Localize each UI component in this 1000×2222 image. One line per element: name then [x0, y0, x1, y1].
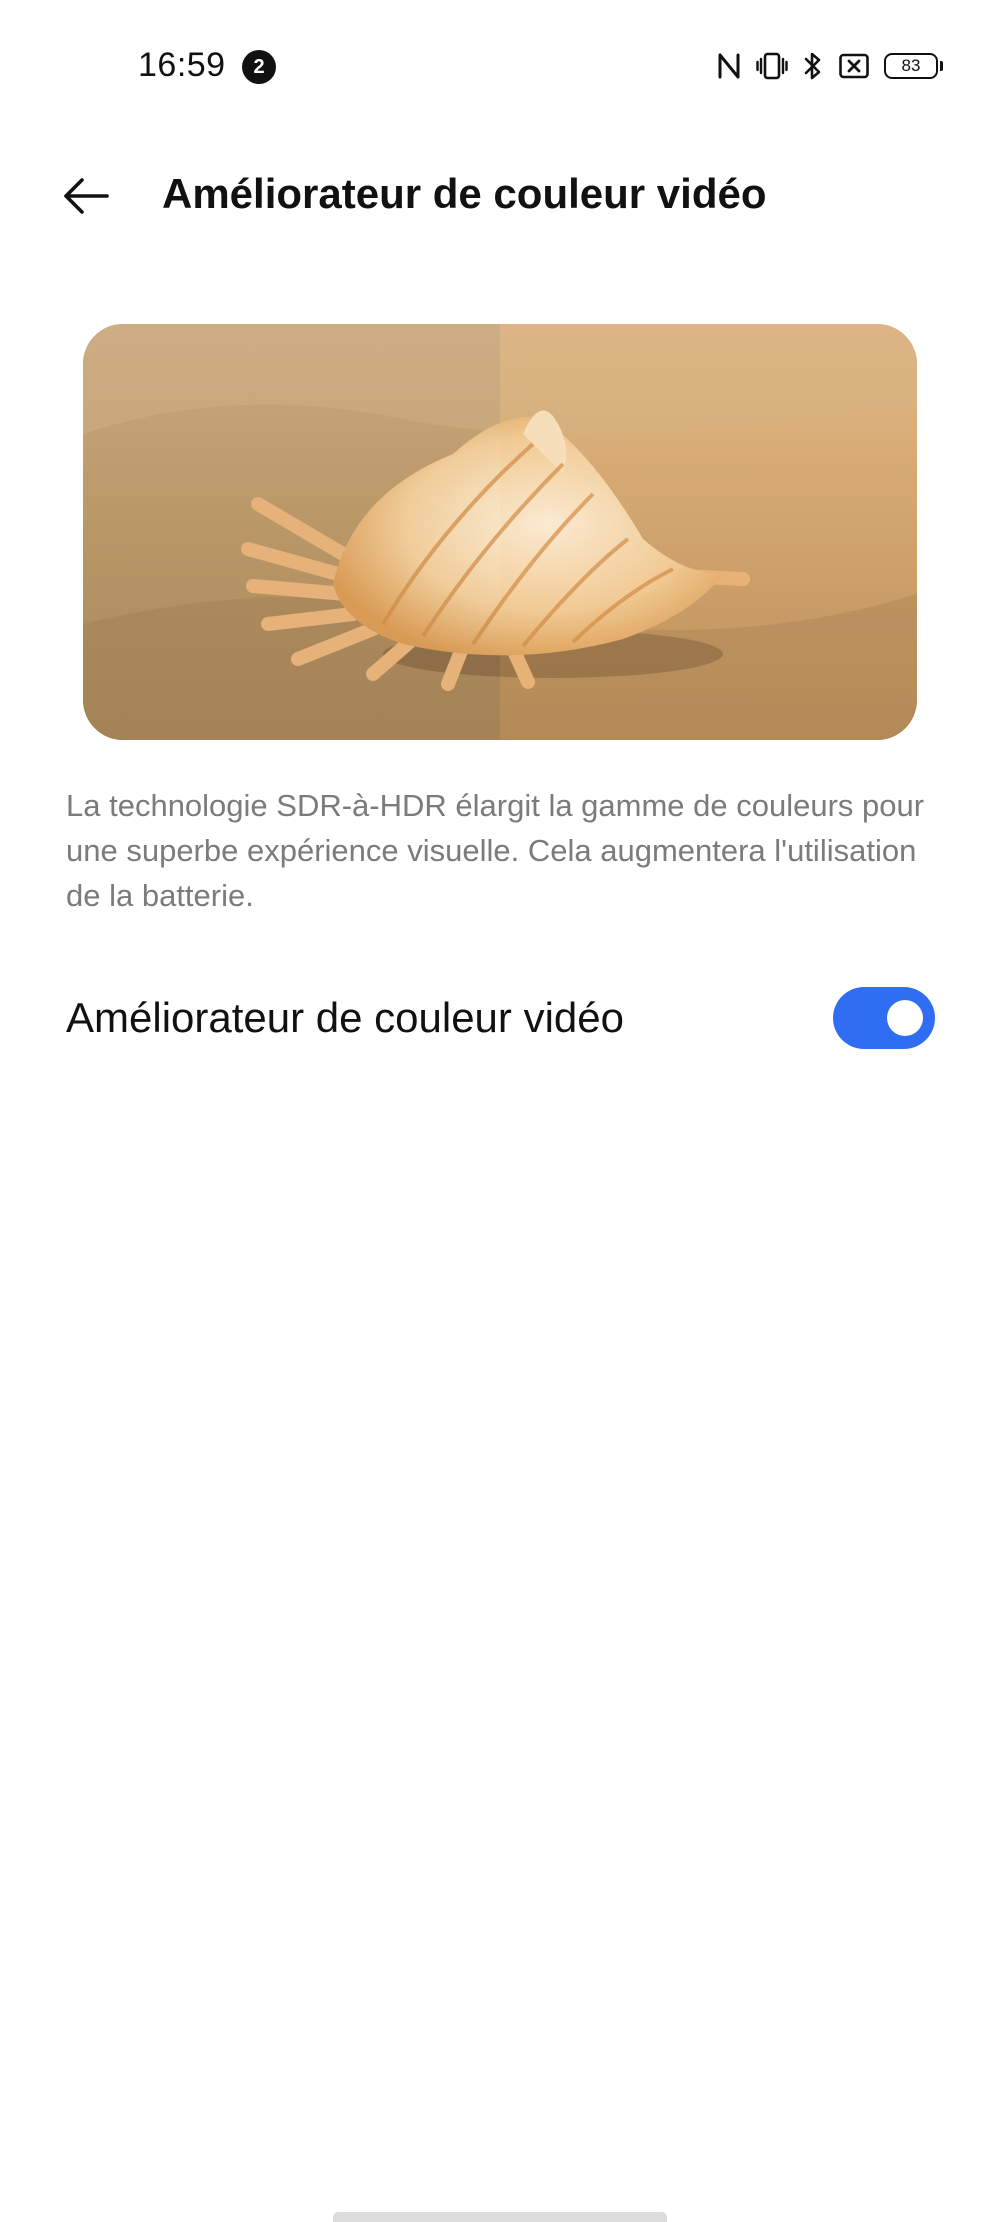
vibrate-icon [756, 51, 788, 81]
bluetooth-icon [802, 51, 824, 81]
setting-row-video-color-enhancer[interactable]: Améliorateur de couleur vidéo [0, 970, 1000, 1070]
setting-label: Améliorateur de couleur vidéo [66, 994, 624, 1041]
toggle-knob [887, 1000, 923, 1036]
header: Améliorateur de couleur vidéo [0, 150, 1000, 240]
status-icons: 83 [716, 48, 943, 84]
arrow-left-icon [64, 178, 109, 214]
no-sim-icon [838, 51, 870, 81]
status-time: 16:59 [138, 46, 226, 84]
back-button[interactable] [52, 168, 120, 224]
preview-image [83, 324, 917, 740]
page-title: Améliorateur de couleur vidéo [162, 170, 767, 217]
video-color-enhancer-toggle[interactable] [833, 987, 935, 1049]
battery-icon: 83 [884, 53, 943, 79]
nfc-icon [716, 51, 742, 81]
description-text: La technologie SDR-à-HDR élargit la gamm… [66, 788, 925, 913]
notification-count-badge: 2 [242, 50, 276, 84]
status-bar: 16:59 2 83 [0, 0, 1000, 135]
home-indicator[interactable] [333, 2212, 667, 2222]
